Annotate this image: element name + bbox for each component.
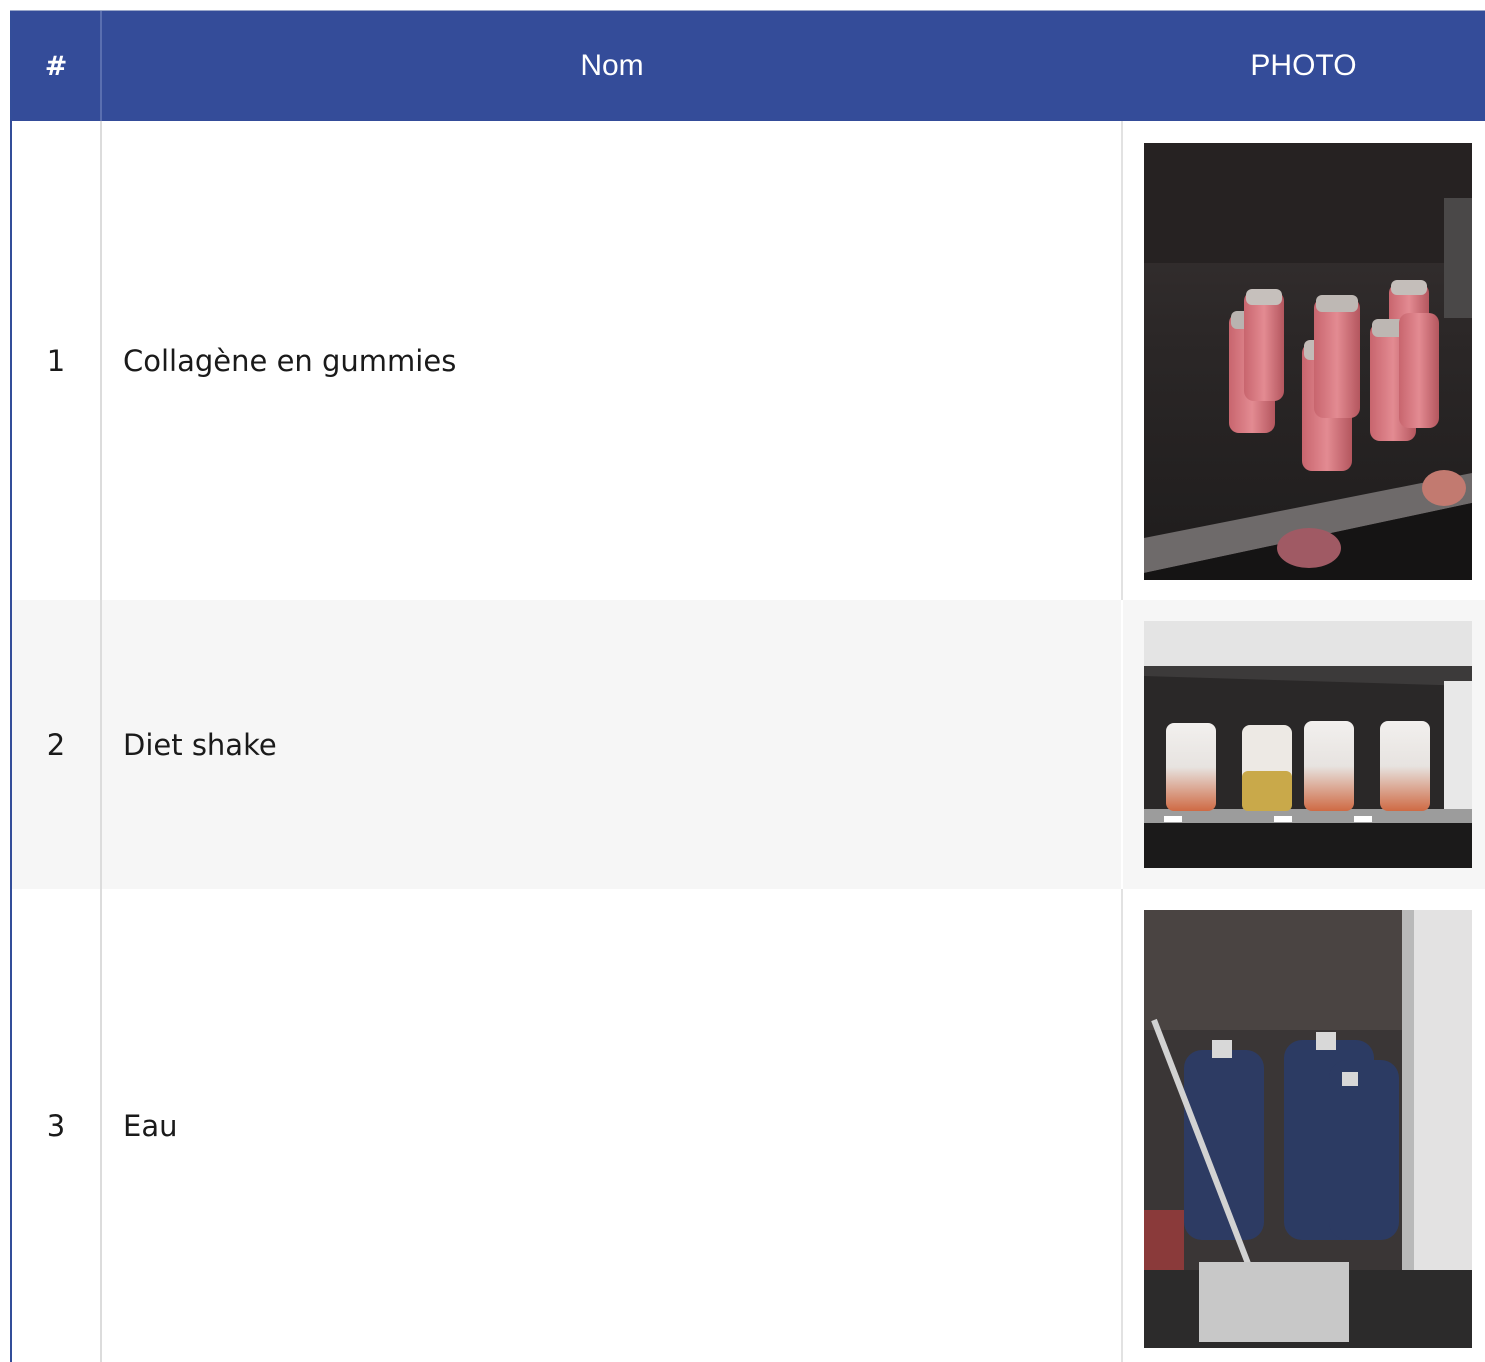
table-row: 2 Diet shake: [12, 600, 1485, 889]
water-bottles-image: [1144, 910, 1472, 1348]
row-number: 1: [46, 343, 66, 378]
table-row: 3 Eau: [12, 889, 1485, 1362]
column-divider: [1121, 121, 1123, 600]
column-divider: [1121, 889, 1123, 1362]
header-number[interactable]: #: [12, 11, 100, 121]
row-number: 3: [46, 1108, 66, 1143]
table-row: 1 Collagène en gummies: [12, 121, 1485, 600]
collagen-gummies-image: [1144, 143, 1472, 580]
product-photo-water-bottles[interactable]: [1144, 910, 1472, 1348]
table-header: # Nom PHOTO: [12, 11, 1485, 121]
diet-shake-image: [1144, 621, 1472, 868]
row-number: 2: [46, 727, 66, 762]
row-name: Collagène en gummies: [123, 343, 457, 378]
product-photo-collagen-gummies[interactable]: [1144, 143, 1472, 580]
header-name[interactable]: Nom: [102, 11, 1122, 121]
product-photo-diet-shake[interactable]: [1144, 621, 1472, 868]
row-name: Diet shake: [123, 727, 277, 762]
product-table-page: # Nom PHOTO 1 Collagène en gummies 2 Die…: [0, 0, 1485, 1362]
header-photo[interactable]: PHOTO: [1122, 11, 1485, 121]
row-name: Eau: [123, 1108, 178, 1143]
column-divider: [1121, 600, 1123, 889]
